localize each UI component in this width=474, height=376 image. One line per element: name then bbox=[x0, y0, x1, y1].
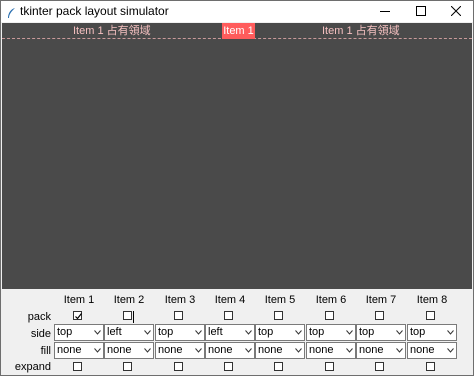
item-1-side-value: top bbox=[57, 326, 73, 338]
item-3-side-select[interactable]: top bbox=[155, 324, 205, 341]
item-4-fill-value: none bbox=[208, 344, 233, 356]
item-1-side-select[interactable]: top bbox=[54, 324, 104, 341]
title-bar[interactable]: tkinter pack layout simulator bbox=[1, 1, 473, 22]
app-window: tkinter pack layout simulator Item 1 占有領… bbox=[0, 0, 474, 376]
item-8-side-select[interactable]: top bbox=[407, 324, 457, 341]
item-2-fill-value: none bbox=[107, 344, 132, 356]
item-5-header: Item 5 bbox=[264, 294, 296, 306]
item-1-fill-select[interactable]: none bbox=[54, 342, 104, 359]
item-5-expand-checkbox[interactable] bbox=[274, 362, 283, 371]
item-3-fill-value: none bbox=[158, 344, 183, 356]
region-label-left: Item 1 占有領域 bbox=[73, 25, 151, 37]
item-7-side-value: top bbox=[359, 326, 375, 338]
item-5-side-value: top bbox=[258, 326, 274, 338]
item-2-fill-select[interactable]: none bbox=[104, 342, 154, 359]
item-7-fill-select[interactable]: none bbox=[356, 342, 406, 359]
item-6-header: Item 6 bbox=[315, 294, 347, 306]
feather-icon bbox=[7, 6, 16, 18]
minimize-icon bbox=[380, 11, 390, 12]
item-2-side-value: left bbox=[107, 326, 122, 338]
item-3-expand-checkbox[interactable] bbox=[174, 362, 183, 371]
maximize-icon bbox=[416, 6, 426, 16]
item-8-expand-checkbox[interactable] bbox=[426, 362, 435, 371]
item-3-pack-checkbox[interactable] bbox=[174, 311, 183, 320]
item-4-header: Item 4 bbox=[214, 294, 246, 306]
row-label-expand: expand bbox=[14, 361, 51, 373]
item-4-side-value: left bbox=[208, 326, 223, 338]
item-8-side-value: top bbox=[410, 326, 426, 338]
item-8-pack-checkbox[interactable] bbox=[426, 311, 435, 320]
window-title: tkinter pack layout simulator bbox=[20, 4, 169, 18]
row-label-fill: fill bbox=[40, 345, 51, 357]
item-5-pack-checkbox[interactable] bbox=[274, 311, 283, 320]
item-2-side-select[interactable]: left bbox=[104, 324, 154, 341]
close-icon bbox=[451, 6, 461, 16]
item-7-side-select[interactable]: top bbox=[356, 324, 406, 341]
item-4-expand-checkbox[interactable] bbox=[224, 362, 233, 371]
item-1-pack-checkbox[interactable] bbox=[73, 311, 82, 320]
region-label-right: Item 1 占有領域 bbox=[322, 25, 400, 37]
item-1-fill-value: none bbox=[57, 344, 82, 356]
packed-item-1: Item 1 bbox=[222, 23, 255, 39]
item-3-header: Item 3 bbox=[164, 294, 196, 306]
item-1-occupied-region: Item 1 占有領域 Item 1 Item 1 占有領域 bbox=[2, 23, 472, 39]
layout-canvas: Item 1 占有領域 Item 1 Item 1 占有領域 bbox=[2, 23, 472, 289]
item-6-pack-checkbox[interactable] bbox=[325, 311, 334, 320]
item-1-header: Item 1 bbox=[63, 294, 95, 306]
item-8-header: Item 8 bbox=[416, 294, 448, 306]
item-6-expand-checkbox[interactable] bbox=[325, 362, 334, 371]
item-7-header: Item 7 bbox=[365, 294, 397, 306]
item-6-fill-value: none bbox=[309, 344, 334, 356]
item-4-side-select[interactable]: left bbox=[205, 324, 255, 341]
close-button[interactable] bbox=[439, 1, 473, 22]
item-7-fill-value: none bbox=[359, 344, 384, 356]
maximize-button[interactable] bbox=[404, 1, 438, 22]
item-4-pack-checkbox[interactable] bbox=[224, 311, 233, 320]
item-3-side-value: top bbox=[158, 326, 174, 338]
row-label-pack: pack bbox=[27, 311, 51, 323]
item-5-side-select[interactable]: top bbox=[255, 324, 305, 341]
minimize-button[interactable] bbox=[368, 1, 402, 22]
text-caret bbox=[133, 311, 134, 323]
item-2-expand-checkbox[interactable] bbox=[123, 362, 132, 371]
item-6-side-value: top bbox=[309, 326, 325, 338]
item-7-expand-checkbox[interactable] bbox=[375, 362, 384, 371]
item-4-fill-select[interactable]: none bbox=[205, 342, 255, 359]
item-3-fill-select[interactable]: none bbox=[155, 342, 205, 359]
item-6-side-select[interactable]: top bbox=[306, 324, 356, 341]
item-1-expand-checkbox[interactable] bbox=[73, 362, 82, 371]
item-2-pack-checkbox[interactable] bbox=[123, 311, 132, 320]
item-2-header: Item 2 bbox=[113, 294, 145, 306]
controls-panel: pack side fill expand Item 1 top none Item … bbox=[1, 291, 473, 375]
row-label-side: side bbox=[30, 328, 51, 340]
item-8-fill-value: none bbox=[410, 344, 435, 356]
item-7-pack-checkbox[interactable] bbox=[375, 311, 384, 320]
item-5-fill-value: none bbox=[258, 344, 283, 356]
item-6-fill-select[interactable]: none bbox=[306, 342, 356, 359]
item-5-fill-select[interactable]: none bbox=[255, 342, 305, 359]
item-8-fill-select[interactable]: none bbox=[407, 342, 457, 359]
